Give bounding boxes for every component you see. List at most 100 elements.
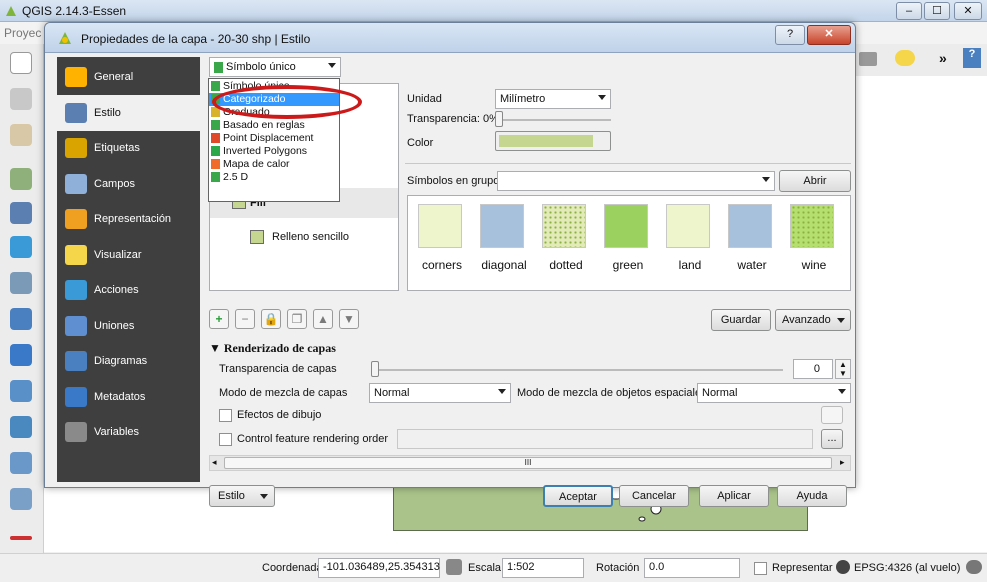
symbol-transparency-slider[interactable]: [495, 111, 503, 127]
layer-transparency-slider[interactable]: [371, 361, 379, 377]
add-spatialite-layer-icon[interactable]: [10, 272, 32, 294]
renderer-option-2-5-d[interactable]: 2.5 D: [209, 171, 339, 184]
style-menu-button[interactable]: Estilo: [209, 485, 275, 507]
symbol-swatch-land[interactable]: land: [666, 204, 714, 272]
sidebar-item-campos[interactable]: Campos: [57, 166, 200, 202]
horizontal-scrollbar[interactable]: ◂ III ▸: [209, 455, 851, 471]
sidebar-item-label: General: [94, 71, 134, 83]
dialog-close-button[interactable]: ✕: [807, 25, 851, 45]
sidebar-item-variables[interactable]: Variables: [57, 414, 200, 450]
add-wms-layer-icon[interactable]: [10, 380, 32, 402]
renderer-type-icon: [211, 81, 220, 91]
globe-icon[interactable]: [836, 560, 850, 574]
renderer-combo[interactable]: Símbolo único: [209, 57, 341, 77]
add-vector-layer-icon[interactable]: [10, 168, 32, 190]
sidebar-item-diagramas[interactable]: Diagramas: [57, 343, 200, 379]
symbol-swatch-wine[interactable]: wine: [790, 204, 838, 272]
minimize-button[interactable]: –: [896, 2, 922, 20]
symbol-swatch-green[interactable]: green: [604, 204, 652, 272]
color-button[interactable]: [495, 131, 611, 151]
renderer-option-inverted-polygons[interactable]: Inverted Polygons: [209, 145, 339, 158]
order-ellipsis-button[interactable]: ...: [821, 429, 843, 449]
main-window-title: QGIS 2.14.3-Essen: [22, 4, 127, 18]
add-wfs-layer-icon[interactable]: [10, 452, 32, 474]
duplicate-symbol-layer-button[interactable]: ❐: [287, 309, 307, 329]
layer-tool-icon[interactable]: [10, 124, 32, 146]
tips-icon[interactable]: [895, 50, 915, 66]
draw-effects-checkbox[interactable]: [219, 409, 232, 422]
new-project-icon[interactable]: [10, 52, 32, 74]
add-delimited-text-icon[interactable]: [10, 488, 32, 510]
maximize-button[interactable]: ☐: [924, 2, 950, 20]
save-style-button[interactable]: Guardar: [711, 309, 771, 331]
rendering-section-toggle[interactable]: ▼ Renderizado de capas: [209, 341, 336, 356]
crs-label[interactable]: EPSG:4326 (al vuelo): [854, 562, 960, 574]
renderer-option-basado-en-reglas[interactable]: Basado en reglas: [209, 119, 339, 132]
lock-color-button[interactable]: 🔒: [261, 309, 281, 329]
layer-transparency-spinbox[interactable]: 0: [793, 359, 833, 379]
scroll-right-icon[interactable]: ▸: [840, 457, 845, 468]
sidebar-item-visualizar[interactable]: Visualizar: [57, 237, 200, 273]
control-order-checkbox[interactable]: [219, 433, 232, 446]
sidebar-item-general[interactable]: General: [57, 59, 200, 95]
messages-icon[interactable]: [966, 560, 982, 574]
renderer-type-icon: [211, 159, 220, 169]
remove-symbol-layer-button[interactable]: −: [235, 309, 255, 329]
spin-arrows-icon[interactable]: ▲ ▼: [835, 359, 851, 379]
unit-combo[interactable]: Milímetro: [495, 89, 611, 109]
help-icon[interactable]: ?: [963, 48, 981, 68]
sidebar-item-label: Campos: [94, 177, 135, 190]
sidebar-item-representación[interactable]: Representación: [57, 201, 200, 237]
move-up-button[interactable]: ▲: [313, 309, 333, 329]
rotation-field[interactable]: 0.0: [644, 558, 740, 578]
extents-toggle-icon[interactable]: [446, 559, 462, 575]
add-postgis-layer-icon[interactable]: [10, 236, 32, 258]
symbols-group-combo[interactable]: [497, 171, 775, 191]
blend-mode-combo[interactable]: Normal: [369, 383, 511, 403]
scroll-left-icon[interactable]: ◂: [212, 457, 217, 468]
feature-blend-mode-combo[interactable]: Normal: [697, 383, 851, 403]
feature-blend-mode-label: Modo de mezcla de objetos espaciales: [517, 387, 707, 399]
dialog-help-button[interactable]: ?: [775, 25, 805, 45]
accept-button[interactable]: Aceptar: [543, 485, 613, 507]
advanced-button[interactable]: Avanzado: [775, 309, 851, 331]
collapse-arrow-icon: ▼: [209, 341, 224, 355]
sidebar-item-etiquetas[interactable]: Etiquetas: [57, 130, 200, 166]
right-toolbar: » ?: [851, 44, 987, 76]
add-wcs-layer-icon[interactable]: [10, 416, 32, 438]
move-down-button[interactable]: ▼: [339, 309, 359, 329]
digitize-icon[interactable]: [10, 88, 32, 110]
overflow-icon[interactable]: »: [939, 50, 947, 66]
add-symbol-layer-button[interactable]: +: [209, 309, 229, 329]
main-close-button[interactable]: ✕: [954, 2, 982, 20]
symbol-swatch-corners[interactable]: corners: [418, 204, 466, 272]
add-oracle-layer-icon[interactable]: [10, 344, 32, 366]
sidebar-item-estilo[interactable]: Estilo: [57, 94, 200, 131]
add-mssql-layer-icon[interactable]: [10, 308, 32, 330]
scrollbar-thumb[interactable]: III: [224, 457, 832, 469]
open-library-button[interactable]: Abrir biblioteca: [779, 170, 851, 207]
scale-field[interactable]: 1:502: [502, 558, 584, 578]
symbol-swatch-dotted[interactable]: dotted: [542, 204, 590, 272]
add-raster-layer-icon[interactable]: [10, 202, 32, 224]
sidebar-item-label: Etiquetas: [94, 142, 140, 154]
sidebar-item-metadatos[interactable]: Metadatos: [57, 379, 200, 415]
cancel-button[interactable]: Cancelar: [619, 485, 689, 507]
render-checkbox[interactable]: [754, 562, 767, 575]
renderer-option-mapa-de-calor[interactable]: Mapa de calor: [209, 158, 339, 171]
sidebar-item-uniones[interactable]: Uniones: [57, 308, 200, 344]
symbol-swatch-water[interactable]: water: [728, 204, 776, 272]
renderer-option-point-displacement[interactable]: Point Displacement: [209, 132, 339, 145]
symbol-layer-item[interactable]: Relleno sencillo: [250, 228, 390, 248]
apply-button[interactable]: Aplicar: [699, 485, 769, 507]
symbol-swatch-diagonal[interactable]: diagonal: [480, 204, 528, 272]
help-button[interactable]: Ayuda: [777, 485, 847, 507]
menu-project[interactable]: Proyec: [4, 26, 41, 40]
symbol-layer-label: Relleno sencillo: [272, 231, 350, 243]
coordinate-field[interactable]: -101.036489,25.354313: [318, 558, 440, 578]
crosshair-icon[interactable]: [10, 536, 32, 540]
sidebar-item-acciones[interactable]: Acciones: [57, 272, 200, 308]
draw-effects-settings-icon[interactable]: [821, 406, 843, 424]
measure-icon[interactable]: [859, 52, 877, 66]
symbol-preview: [604, 204, 648, 248]
